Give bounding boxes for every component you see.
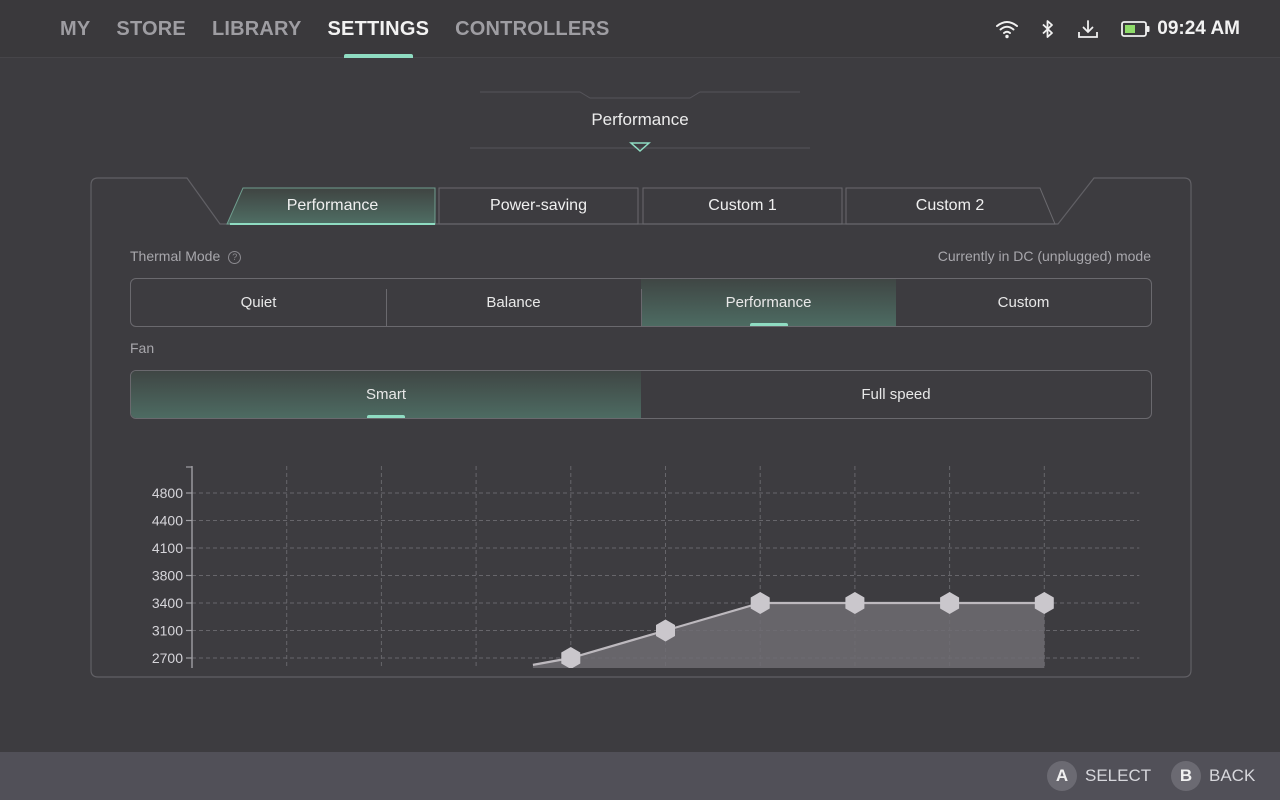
select-hint[interactable]: A SELECT [1047, 752, 1151, 800]
y-tick-label: 3100 [152, 623, 183, 639]
fan-mode-selector: Smart Full speed [130, 370, 1152, 419]
thermal-mode-text: Thermal Mode [130, 248, 221, 264]
fan-curve-area [532, 603, 1045, 668]
tab-custom-1[interactable]: Custom 1 [643, 188, 842, 224]
thermal-quiet[interactable]: Quiet [131, 279, 386, 326]
select-label: SELECT [1085, 766, 1152, 785]
thermal-balance[interactable]: Balance [386, 279, 641, 326]
y-tick-label: 4800 [152, 485, 183, 501]
b-button-icon: B [1171, 761, 1201, 791]
y-tick-label: 3400 [152, 595, 183, 611]
back-label: BACK [1209, 766, 1256, 785]
y-tick-label: 4100 [152, 540, 183, 556]
a-button-icon: A [1047, 761, 1077, 791]
thermal-mode-label: Thermal Mode? [130, 248, 242, 264]
fan-full-speed[interactable]: Full speed [641, 371, 1151, 418]
tab-performance[interactable]: Performance [230, 188, 435, 224]
back-hint[interactable]: B BACK [1171, 752, 1255, 800]
tab-custom-2[interactable]: Custom 2 [846, 188, 1054, 224]
help-icon[interactable]: ? [228, 251, 242, 264]
thermal-performance[interactable]: Performance [641, 279, 896, 326]
bottom-bar: A SELECT B BACK [0, 752, 1280, 800]
fan-label: Fan [130, 340, 155, 356]
fan-smart[interactable]: Smart [131, 371, 641, 418]
thermal-custom[interactable]: Custom [896, 279, 1151, 326]
y-tick-label: 2700 [152, 650, 183, 666]
fan-curve-chart: 2700 3100 3400 3800 4100 4400 4800 [152, 466, 1140, 668]
thermal-mode-selector: Quiet Balance Performance Custom [130, 278, 1152, 327]
fan-curve-point-1[interactable] [561, 647, 581, 668]
power-source-status: Currently in DC (unplugged) mode [937, 248, 1151, 264]
y-tick-label: 3800 [152, 568, 183, 584]
y-tick-label: 4400 [152, 513, 183, 529]
tab-power-saving[interactable]: Power-saving [439, 188, 638, 224]
